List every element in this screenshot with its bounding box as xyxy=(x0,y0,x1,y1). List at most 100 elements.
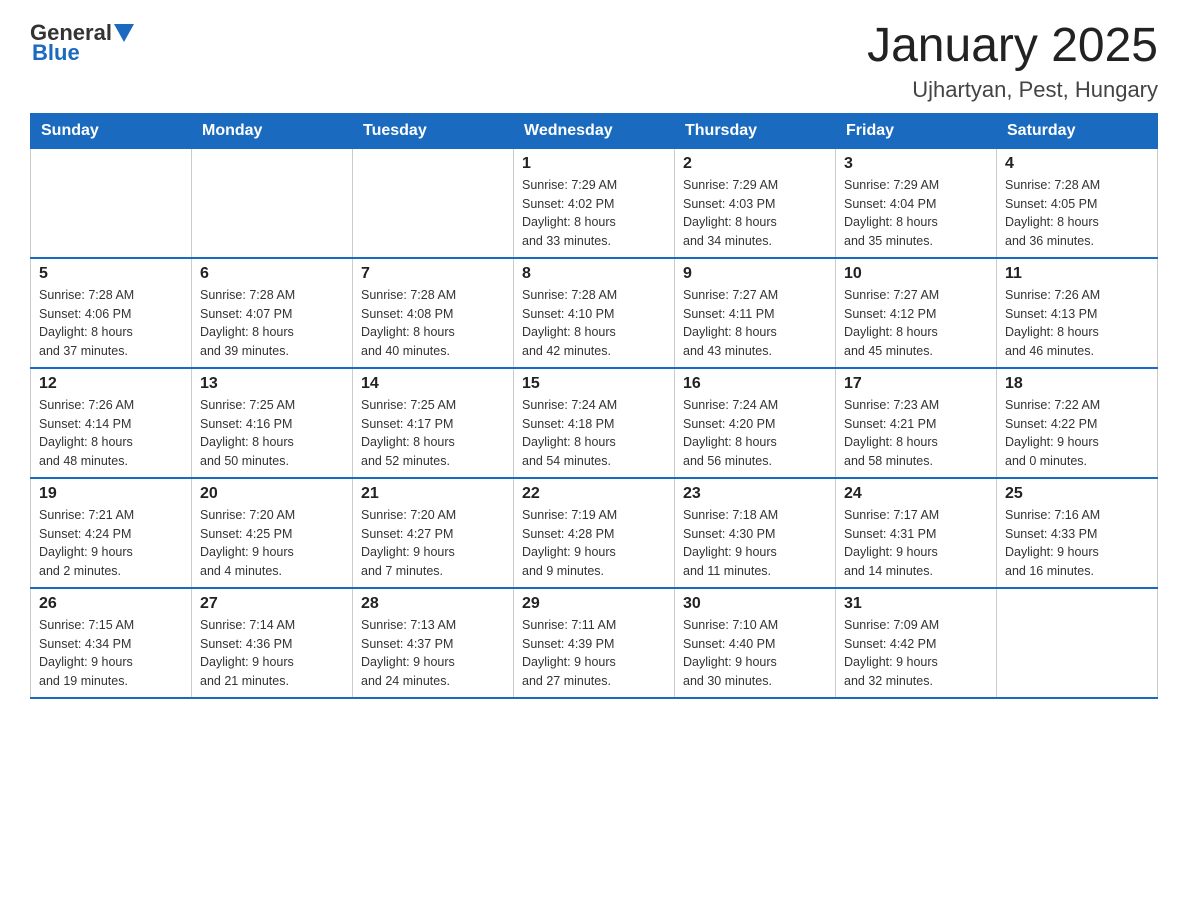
day-number: 12 xyxy=(39,375,183,393)
day-number: 3 xyxy=(844,155,988,173)
calendar-table: SundayMondayTuesdayWednesdayThursdayFrid… xyxy=(30,113,1158,699)
day-info: Sunrise: 7:28 AMSunset: 4:07 PMDaylight:… xyxy=(200,286,344,361)
day-info: Sunrise: 7:29 AMSunset: 4:03 PMDaylight:… xyxy=(683,176,827,251)
day-of-week-header: Thursday xyxy=(675,113,836,148)
day-info: Sunrise: 7:16 AMSunset: 4:33 PMDaylight:… xyxy=(1005,506,1149,581)
calendar-subtitle: Ujhartyan, Pest, Hungary xyxy=(867,77,1158,103)
day-number: 25 xyxy=(1005,485,1149,503)
day-number: 11 xyxy=(1005,265,1149,283)
day-number: 2 xyxy=(683,155,827,173)
day-number: 8 xyxy=(522,265,666,283)
calendar-week-row: 1 Sunrise: 7:29 AMSunset: 4:02 PMDaylight… xyxy=(31,148,1158,258)
day-info: Sunrise: 7:17 AMSunset: 4:31 PMDaylight:… xyxy=(844,506,988,581)
day-info: Sunrise: 7:24 AMSunset: 4:18 PMDaylight:… xyxy=(522,396,666,471)
logo: General Blue xyxy=(30,20,134,66)
day-info: Sunrise: 7:15 AMSunset: 4:34 PMDaylight:… xyxy=(39,616,183,691)
calendar-day-cell: 9 Sunrise: 7:27 AMSunset: 4:11 PMDaylight… xyxy=(675,258,836,368)
page-header: General Blue January 2025 Ujhartyan, Pes… xyxy=(30,20,1158,103)
day-info: Sunrise: 7:11 AMSunset: 4:39 PMDaylight:… xyxy=(522,616,666,691)
day-info: Sunrise: 7:22 AMSunset: 4:22 PMDaylight:… xyxy=(1005,396,1149,471)
calendar-day-cell: 1 Sunrise: 7:29 AMSunset: 4:02 PMDaylight… xyxy=(514,148,675,258)
calendar-day-cell: 10 Sunrise: 7:27 AMSunset: 4:12 PMDayligh… xyxy=(836,258,997,368)
calendar-day-cell: 8 Sunrise: 7:28 AMSunset: 4:10 PMDaylight… xyxy=(514,258,675,368)
day-of-week-header: Sunday xyxy=(31,113,192,148)
day-info: Sunrise: 7:27 AMSunset: 4:12 PMDaylight:… xyxy=(844,286,988,361)
calendar-week-row: 26Sunrise: 7:15 AMSunset: 4:34 PMDayligh… xyxy=(31,588,1158,698)
calendar-day-cell: 19 Sunrise: 7:21 AMSunset: 4:24 PMDayligh… xyxy=(31,478,192,588)
day-info: Sunrise: 7:25 AMSunset: 4:16 PMDaylight:… xyxy=(200,396,344,471)
day-info: Sunrise: 7:18 AMSunset: 4:30 PMDaylight:… xyxy=(683,506,827,581)
logo-triangle-icon xyxy=(114,24,134,44)
day-info: Sunrise: 7:29 AMSunset: 4:02 PMDaylight:… xyxy=(522,176,666,251)
calendar-day-cell: 27 Sunrise: 7:14 AMSunset: 4:36 PMDayligh… xyxy=(192,588,353,698)
calendar-day-cell: 5 Sunrise: 7:28 AMSunset: 4:06 PMDaylight… xyxy=(31,258,192,368)
day-number: 28 xyxy=(361,595,505,613)
logo-blue-text: Blue xyxy=(32,40,80,66)
day-number: 5 xyxy=(39,265,183,283)
day-number: 10 xyxy=(844,265,988,283)
day-number: 31 xyxy=(844,595,988,613)
calendar-day-cell: 16Sunrise: 7:24 AMSunset: 4:20 PMDayligh… xyxy=(675,368,836,478)
day-number: 24 xyxy=(844,485,988,503)
day-number: 21 xyxy=(361,485,505,503)
calendar-day-cell xyxy=(192,148,353,258)
calendar-day-cell: 3Sunrise: 7:29 AMSunset: 4:04 PMDaylight… xyxy=(836,148,997,258)
day-number: 6 xyxy=(200,265,344,283)
calendar-day-cell: 6 Sunrise: 7:28 AMSunset: 4:07 PMDaylight… xyxy=(192,258,353,368)
day-info: Sunrise: 7:26 AMSunset: 4:14 PMDaylight:… xyxy=(39,396,183,471)
day-number: 18 xyxy=(1005,375,1149,393)
calendar-day-cell: 21 Sunrise: 7:20 AMSunset: 4:27 PMDayligh… xyxy=(353,478,514,588)
day-number: 9 xyxy=(683,265,827,283)
calendar-week-row: 19 Sunrise: 7:21 AMSunset: 4:24 PMDayligh… xyxy=(31,478,1158,588)
calendar-day-cell: 20 Sunrise: 7:20 AMSunset: 4:25 PMDayligh… xyxy=(192,478,353,588)
calendar-day-cell: 30 Sunrise: 7:10 AMSunset: 4:40 PMDayligh… xyxy=(675,588,836,698)
calendar-day-cell: 18 Sunrise: 7:22 AMSunset: 4:22 PMDayligh… xyxy=(997,368,1158,478)
day-number: 29 xyxy=(522,595,666,613)
calendar-day-cell: 22 Sunrise: 7:19 AMSunset: 4:28 PMDayligh… xyxy=(514,478,675,588)
day-info: Sunrise: 7:19 AMSunset: 4:28 PMDaylight:… xyxy=(522,506,666,581)
calendar-day-cell: 29 Sunrise: 7:11 AMSunset: 4:39 PMDayligh… xyxy=(514,588,675,698)
calendar-day-cell xyxy=(31,148,192,258)
day-info: Sunrise: 7:10 AMSunset: 4:40 PMDaylight:… xyxy=(683,616,827,691)
day-number: 7 xyxy=(361,265,505,283)
day-number: 17 xyxy=(844,375,988,393)
calendar-day-cell: 12 Sunrise: 7:26 AMSunset: 4:14 PMDayligh… xyxy=(31,368,192,478)
day-number: 15 xyxy=(522,375,666,393)
calendar-day-cell: 26Sunrise: 7:15 AMSunset: 4:34 PMDayligh… xyxy=(31,588,192,698)
day-number: 20 xyxy=(200,485,344,503)
calendar-week-row: 5 Sunrise: 7:28 AMSunset: 4:06 PMDaylight… xyxy=(31,258,1158,368)
calendar-title: January 2025 xyxy=(867,20,1158,73)
day-of-week-header: Monday xyxy=(192,113,353,148)
calendar-week-row: 12 Sunrise: 7:26 AMSunset: 4:14 PMDayligh… xyxy=(31,368,1158,478)
calendar-day-cell: 23 Sunrise: 7:18 AMSunset: 4:30 PMDayligh… xyxy=(675,478,836,588)
day-info: Sunrise: 7:26 AMSunset: 4:13 PMDaylight:… xyxy=(1005,286,1149,361)
day-info: Sunrise: 7:20 AMSunset: 4:27 PMDaylight:… xyxy=(361,506,505,581)
day-info: Sunrise: 7:23 AMSunset: 4:21 PMDaylight:… xyxy=(844,396,988,471)
day-info: Sunrise: 7:27 AMSunset: 4:11 PMDaylight:… xyxy=(683,286,827,361)
calendar-day-cell: 4Sunrise: 7:28 AMSunset: 4:05 PMDaylight… xyxy=(997,148,1158,258)
day-number: 19 xyxy=(39,485,183,503)
day-info: Sunrise: 7:28 AMSunset: 4:06 PMDaylight:… xyxy=(39,286,183,361)
calendar-day-cell: 31 Sunrise: 7:09 AMSunset: 4:42 PMDayligh… xyxy=(836,588,997,698)
day-of-week-header: Wednesday xyxy=(514,113,675,148)
day-number: 30 xyxy=(683,595,827,613)
calendar-day-cell xyxy=(353,148,514,258)
calendar-day-cell: 7Sunrise: 7:28 AMSunset: 4:08 PMDaylight… xyxy=(353,258,514,368)
day-number: 4 xyxy=(1005,155,1149,173)
day-info: Sunrise: 7:09 AMSunset: 4:42 PMDaylight:… xyxy=(844,616,988,691)
title-block: January 2025 Ujhartyan, Pest, Hungary xyxy=(867,20,1158,103)
day-number: 27 xyxy=(200,595,344,613)
calendar-day-cell: 25 Sunrise: 7:16 AMSunset: 4:33 PMDayligh… xyxy=(997,478,1158,588)
day-info: Sunrise: 7:21 AMSunset: 4:24 PMDaylight:… xyxy=(39,506,183,581)
day-info: Sunrise: 7:14 AMSunset: 4:36 PMDaylight:… xyxy=(200,616,344,691)
day-info: Sunrise: 7:20 AMSunset: 4:25 PMDaylight:… xyxy=(200,506,344,581)
day-of-week-header: Tuesday xyxy=(353,113,514,148)
calendar-day-cell: 14Sunrise: 7:25 AMSunset: 4:17 PMDayligh… xyxy=(353,368,514,478)
day-number: 23 xyxy=(683,485,827,503)
day-info: Sunrise: 7:25 AMSunset: 4:17 PMDaylight:… xyxy=(361,396,505,471)
day-number: 22 xyxy=(522,485,666,503)
day-number: 1 xyxy=(522,155,666,173)
calendar-day-cell: 15 Sunrise: 7:24 AMSunset: 4:18 PMDayligh… xyxy=(514,368,675,478)
day-number: 16 xyxy=(683,375,827,393)
day-info: Sunrise: 7:28 AMSunset: 4:10 PMDaylight:… xyxy=(522,286,666,361)
